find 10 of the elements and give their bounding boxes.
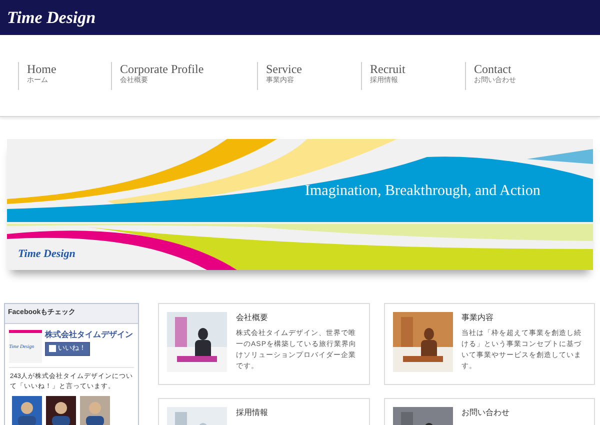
info-card[interactable]: 採用情報 [158, 398, 370, 425]
card-title: お問い合わせ [462, 407, 510, 419]
facebook-page-name[interactable]: 株式会社タイムデザイン [45, 330, 133, 340]
site-logo[interactable]: Time Design [7, 4, 96, 30]
card-title: 事業内容 [462, 312, 494, 324]
info-card[interactable]: お問い合わせ [384, 398, 595, 425]
card-title: 採用情報 [236, 407, 268, 419]
banner-logo: Time Design [18, 247, 76, 262]
banner-tagline: Imagination, Breakthrough, and Action [305, 182, 540, 201]
card-title: 会社概要 [236, 312, 269, 324]
